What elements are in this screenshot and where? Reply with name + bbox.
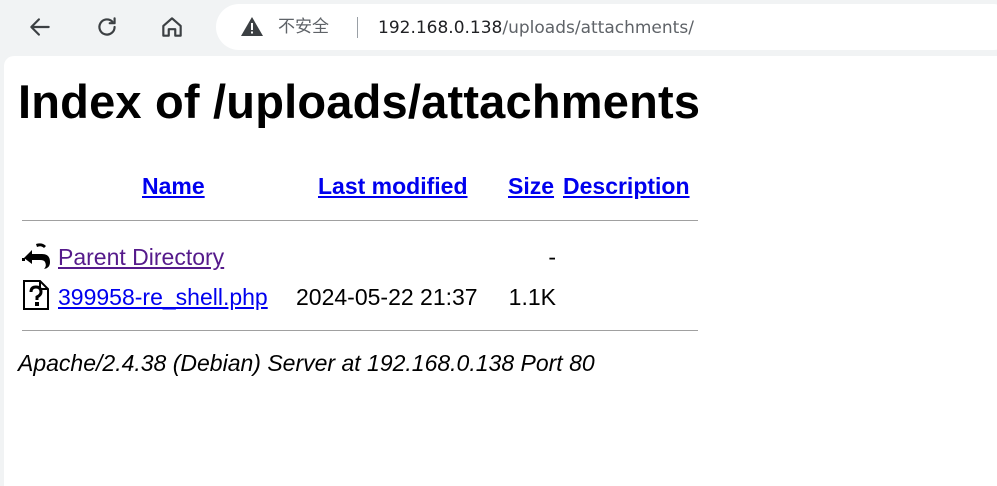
sort-by-last-modified-link[interactable]: Last modified	[318, 173, 468, 199]
column-header-name: Name	[142, 172, 205, 200]
warning-icon[interactable]	[240, 15, 264, 39]
table-row: 399958-re_shell.php 2024-05-22 21:37 1.1…	[20, 280, 700, 314]
entry-size: 1.1K	[508, 284, 556, 310]
entry-name: Parent Directory	[58, 243, 224, 271]
address-bar[interactable]: 不安全 192.168.0.138/uploads/attachments/	[216, 4, 997, 50]
url-host: 192.168.0.138	[378, 18, 503, 38]
sort-by-description-link[interactable]: Description	[563, 173, 690, 199]
footer-divider	[22, 330, 698, 331]
parent-directory-link[interactable]: Parent Directory	[58, 244, 224, 270]
entry-size: -	[548, 244, 556, 270]
table-row: Parent Directory -	[20, 240, 700, 274]
home-icon	[162, 17, 182, 37]
header-divider	[22, 220, 698, 221]
sort-by-name-link[interactable]: Name	[142, 173, 205, 199]
home-button[interactable]	[153, 8, 191, 46]
address-divider	[357, 17, 358, 38]
url-path: /uploads/attachments/	[502, 18, 694, 38]
sort-by-size-link[interactable]: Size	[508, 173, 554, 199]
reload-icon	[98, 17, 116, 36]
arrow-left-icon	[30, 18, 50, 36]
entry-name: 399958-re_shell.php	[58, 283, 268, 311]
entry-last-modified: 2024-05-22 21:37	[296, 284, 478, 310]
reload-button[interactable]	[88, 8, 126, 46]
security-status-label[interactable]: 不安全	[278, 16, 329, 38]
back-icon	[22, 243, 50, 269]
url-text[interactable]: 192.168.0.138/uploads/attachments/	[378, 17, 694, 39]
page-viewport: Index of /uploads/attachments Name Last …	[4, 56, 997, 486]
column-header-size: Size	[508, 172, 554, 200]
back-button[interactable]	[21, 8, 59, 46]
column-header-last-modified: Last modified	[318, 172, 468, 200]
file-link[interactable]: 399958-re_shell.php	[58, 284, 268, 310]
unknown-file-icon	[23, 280, 49, 310]
column-header-description: Description	[563, 172, 690, 200]
browser-toolbar: 不安全 192.168.0.138/uploads/attachments/	[0, 0, 997, 56]
page-title: Index of /uploads/attachments	[18, 75, 701, 128]
server-signature: Apache/2.4.38 (Debian) Server at 192.168…	[18, 350, 595, 376]
